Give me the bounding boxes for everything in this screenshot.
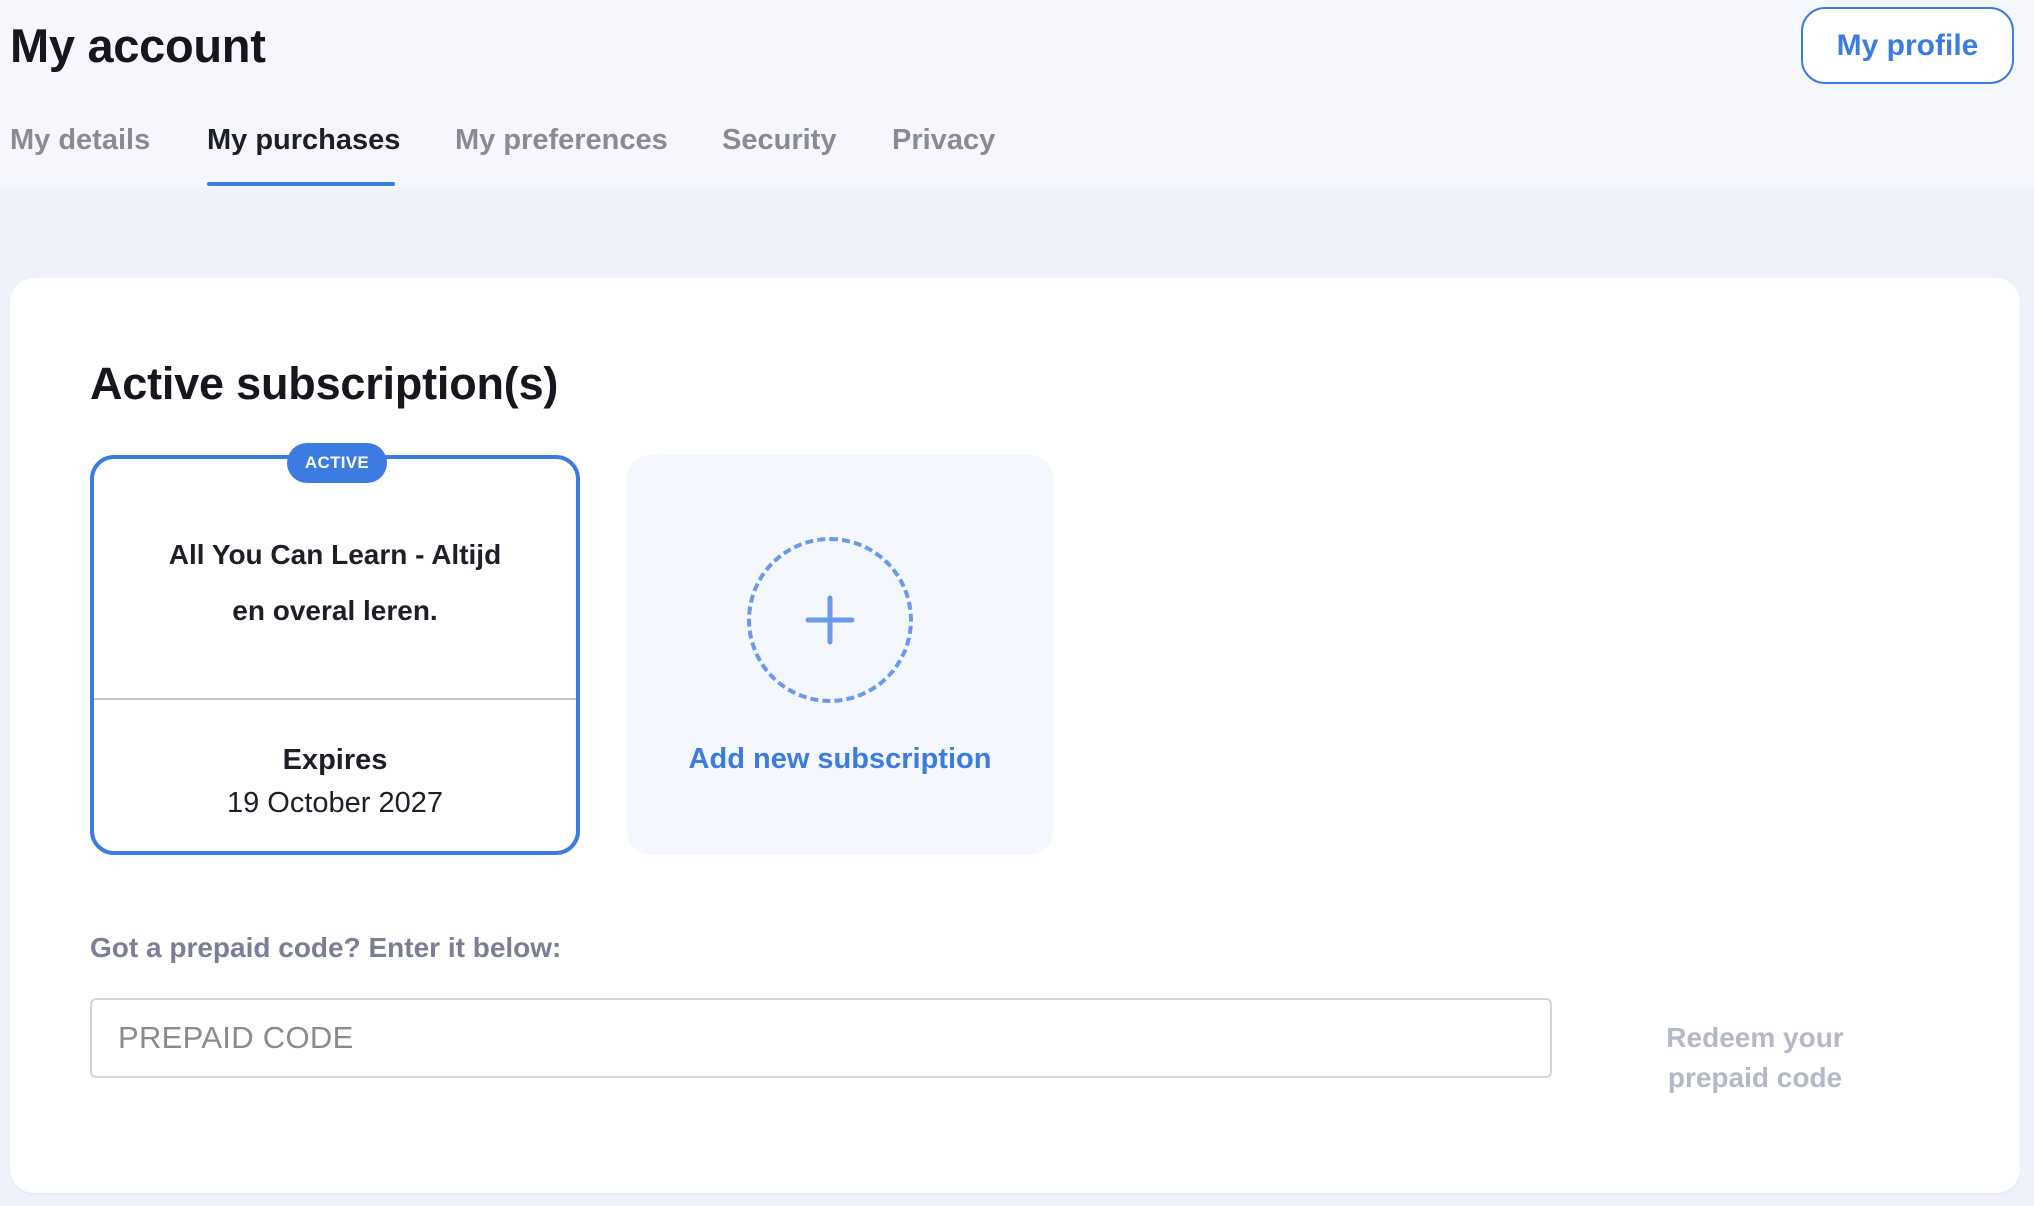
page-title: My account [10, 19, 266, 72]
tab-my-purchases[interactable]: My purchases [207, 124, 400, 186]
add-subscription-label[interactable]: Add new subscription [627, 743, 1053, 776]
tab-my-details[interactable]: My details [10, 124, 150, 186]
plus-icon [805, 595, 855, 645]
purchases-panel: Active subscription(s) ACTIVE All You Ca… [10, 278, 2020, 1193]
tab-privacy[interactable]: Privacy [892, 124, 995, 186]
subscription-card[interactable]: ACTIVE All You Can Learn - Altijd en ove… [90, 443, 580, 855]
expires-date: 19 October 2027 [226, 787, 444, 819]
my-profile-button[interactable]: My profile [1801, 7, 2014, 84]
prepaid-code-label: Got a prepaid code? Enter it below: [90, 932, 562, 963]
section-title: Active subscription(s) [90, 358, 559, 409]
expires-label: Expires [282, 744, 388, 776]
divider [94, 698, 576, 700]
add-subscription-card[interactable]: Add new subscription [627, 455, 1053, 855]
subscription-name-text: All You Can Learn - Altijd en overal ler… [168, 539, 502, 626]
tab-security[interactable]: Security [722, 124, 836, 186]
page-header: My account My profile My details My purc… [0, 0, 2034, 187]
status-badge: ACTIVE [287, 443, 387, 483]
add-circle [747, 537, 913, 703]
tab-my-preferences[interactable]: My preferences [455, 124, 668, 186]
redeem-prepaid-code-button[interactable]: Redeem your prepaid code [1660, 1018, 1850, 1098]
subscription-name: All You Can Learn - Altijd en overal ler… [94, 527, 576, 639]
prepaid-code-input[interactable] [90, 998, 1552, 1078]
